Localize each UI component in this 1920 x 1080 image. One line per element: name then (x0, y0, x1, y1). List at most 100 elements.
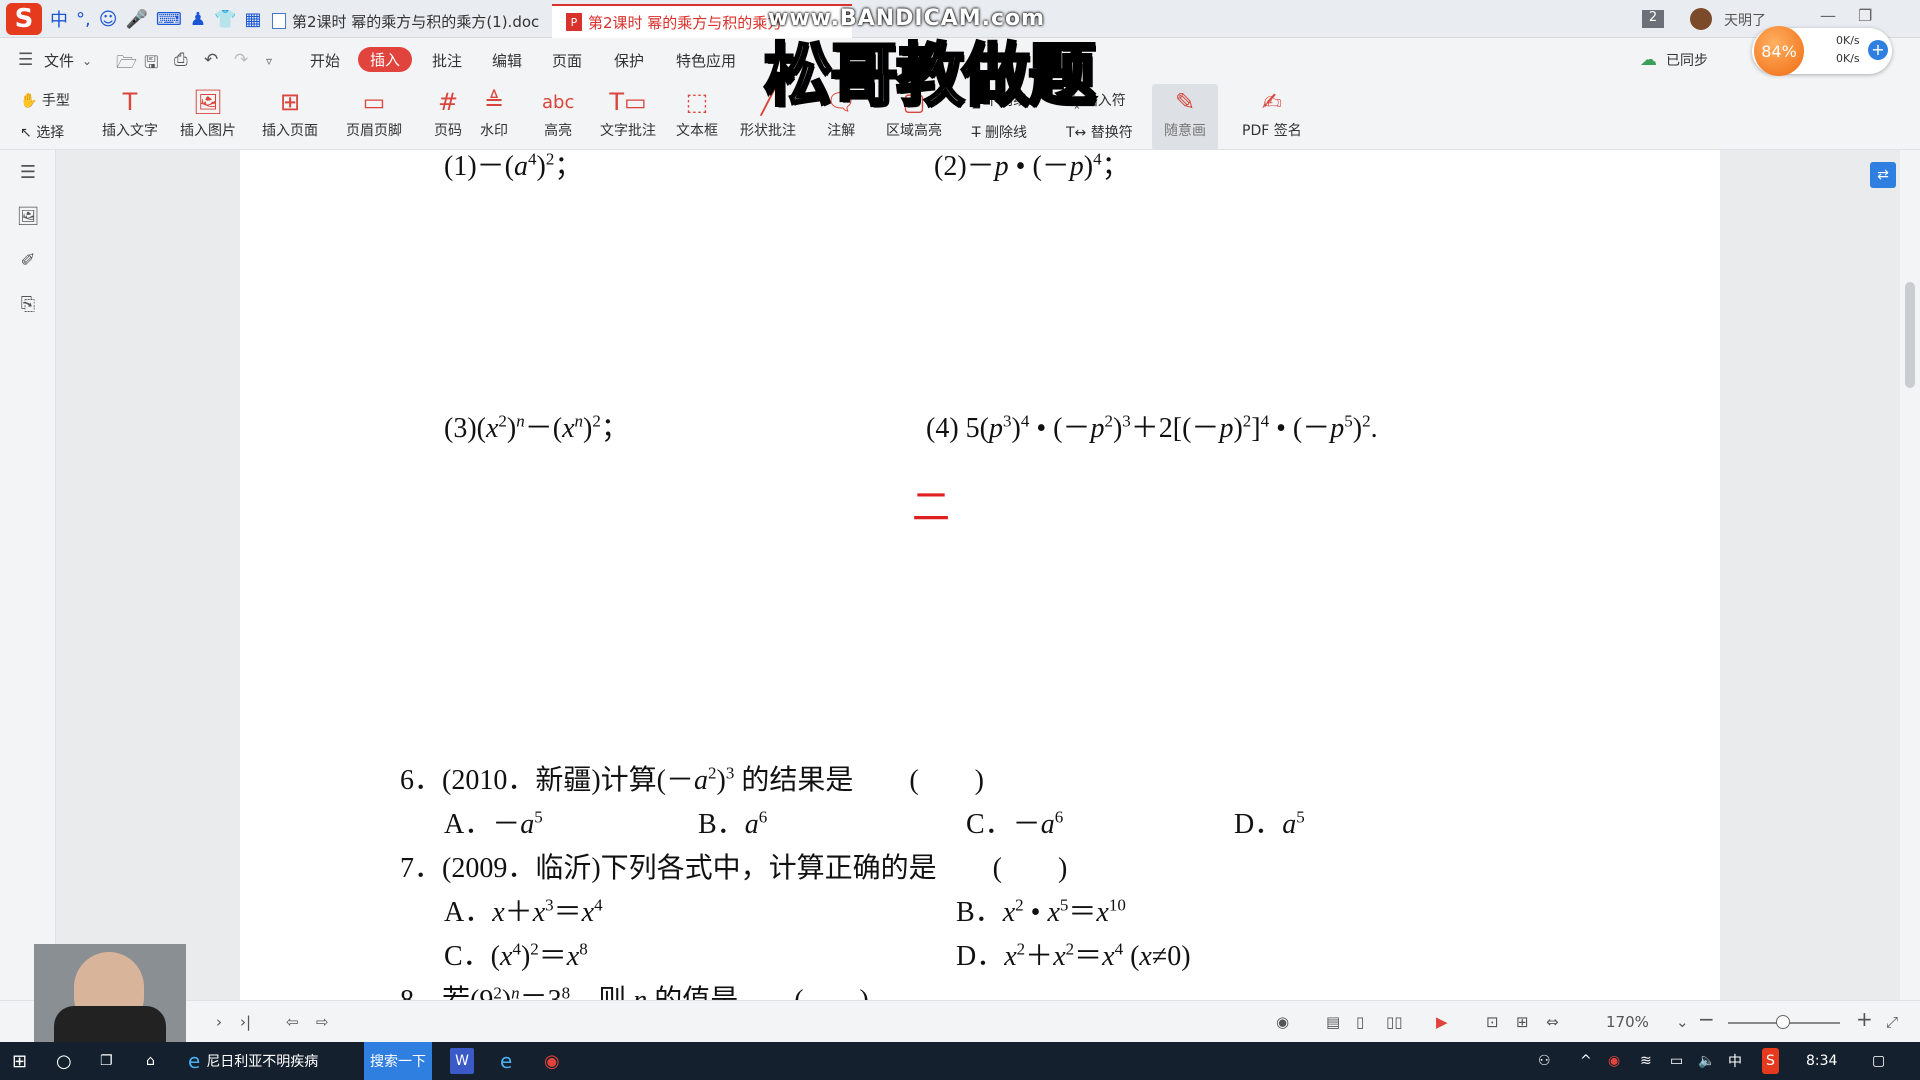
insert-page-button[interactable]: ⊞ 插入页面 (262, 84, 318, 150)
signature-icon: ✍ (1261, 88, 1282, 116)
back-icon[interactable]: ⇦ (286, 1013, 299, 1031)
strikethrough-button[interactable]: T̶ 删除线 (972, 122, 1027, 142)
sync-status[interactable]: 已同步 (1666, 50, 1708, 70)
forward-icon[interactable]: ⇨ (316, 1013, 329, 1031)
page-number-button[interactable]: # 页码 (434, 84, 462, 150)
file-menu[interactable]: 文件 (44, 50, 74, 71)
fit-width-icon[interactable]: ⇔ (1546, 1013, 1559, 1031)
insert-image-button[interactable]: 🖼 插入图片 (180, 84, 236, 150)
menu-annotate[interactable]: 批注 (432, 50, 462, 71)
highlight-button[interactable]: abc 高亮 (542, 84, 574, 150)
cursor-icon: ↖ (20, 125, 32, 141)
question-7-stem: 7．(2009．临沂)下列各式中，计算正确的是 ( ) (400, 853, 1068, 884)
actual-size-icon[interactable]: ⊡ (1486, 1013, 1499, 1031)
minimize-icon[interactable]: — (1820, 6, 1836, 25)
emoji-icon[interactable]: ☺ (99, 9, 118, 30)
avatar[interactable] (1690, 8, 1712, 30)
tab-doc[interactable]: 第2课时 幂的乘方与积的乘方(1).doc (258, 4, 553, 38)
skin-icon[interactable]: 👕 (214, 9, 236, 30)
wps-icon[interactable]: W (450, 1048, 474, 1074)
translate-icon[interactable]: ⇄ (1870, 162, 1896, 188)
plus-icon[interactable]: + (1868, 40, 1888, 60)
q7-option-b: B．x2 • x5＝x10 (956, 895, 1126, 928)
network-speed-widget[interactable]: 84% 0K/s 0K/s + (1752, 26, 1892, 76)
replace-button[interactable]: T↔ 替换符 (1066, 122, 1133, 142)
open-folder-icon[interactable]: 🗁 (116, 50, 137, 79)
zoom-in-icon[interactable]: + (1856, 1007, 1873, 1031)
windows-start-icon[interactable]: ⊞ (12, 1048, 27, 1074)
volume-icon[interactable]: 🔈 (1698, 1048, 1715, 1074)
chinese-mode-icon[interactable]: 中 (50, 6, 68, 32)
search-button[interactable]: 搜索一下 (364, 1042, 432, 1080)
eye-protection-icon[interactable]: ◉ (1276, 1013, 1289, 1031)
select-tool-button[interactable]: ↖ 选择 (20, 122, 64, 142)
scrollbar-thumb[interactable] (1905, 282, 1915, 388)
insert-text-button[interactable]: T 插入文字 (102, 84, 158, 150)
menu-start[interactable]: 开始 (310, 50, 340, 71)
restore-icon[interactable]: ❐ (1858, 6, 1872, 25)
taskbar-ie-app[interactable]: e 尼日利亚不明疾病 (188, 1048, 318, 1074)
zoom-out-icon[interactable]: − (1698, 1007, 1715, 1031)
edge-icon[interactable]: e (500, 1048, 512, 1074)
menu-insert[interactable]: 插入 (358, 47, 413, 72)
next-page-icon[interactable]: › (216, 1013, 222, 1031)
textbox-icon: ⬚ (685, 88, 709, 116)
microphone-icon[interactable]: 🎤 (126, 9, 148, 30)
page-number-icon: # (437, 88, 459, 116)
pdf-sign-button[interactable]: ✍ PDF 签名 (1242, 84, 1302, 150)
keyboard-icon[interactable]: ⌨ (156, 9, 182, 30)
textbox-button[interactable]: ⬚ 文本框 (676, 84, 718, 150)
notification-icon[interactable]: ▢ (1872, 1048, 1885, 1074)
hand-tool-button[interactable]: ✋ 手型 (20, 90, 70, 110)
text-annotation-button[interactable]: T▭ 文字批注 (600, 84, 656, 150)
user-icon[interactable]: ♟ (190, 9, 206, 30)
thumbnail-icon[interactable]: 🖼 (16, 206, 40, 230)
annotation-icon[interactable]: ✐ (16, 250, 40, 274)
single-page-icon[interactable]: ▯ (1356, 1013, 1364, 1031)
save-icon[interactable]: 🖫 (144, 50, 158, 79)
zoom-dropdown-icon[interactable]: ⌄ (1676, 1013, 1689, 1031)
pdf-page[interactable]: (1)－(a4)2； (2)－p • (－p)4； (3)(x2)n－(xn)2… (240, 150, 1720, 1016)
recording-tray-icon[interactable]: ◉ (1608, 1048, 1620, 1074)
continuous-view-icon[interactable]: ▤ (1326, 1013, 1340, 1031)
people-icon[interactable]: ⚇ (1538, 1048, 1551, 1074)
clock-time[interactable]: 8:34 (1806, 1048, 1837, 1074)
punctuation-icon[interactable]: °, (76, 9, 91, 30)
window-count-badge[interactable]: 2 (1642, 10, 1664, 28)
play-icon[interactable]: ▶ (1436, 1013, 1448, 1031)
tray-expand-icon[interactable]: ^ (1580, 1048, 1592, 1074)
ime-indicator[interactable]: 中 (1728, 1048, 1742, 1074)
menu-special[interactable]: 特色应用 (676, 50, 736, 71)
zoom-level[interactable]: 170% (1606, 1013, 1649, 1031)
ime-toolbar: S 中 °, ☺ 🎤 ⌨ ♟ 👕 ▦ (0, 2, 261, 36)
redo-icon[interactable]: ↷ (234, 50, 248, 70)
record-icon[interactable]: ◉ (544, 1048, 560, 1074)
menu-page[interactable]: 页面 (552, 50, 582, 71)
sogou-tray-icon[interactable]: S (1762, 1048, 1779, 1074)
freehand-button[interactable]: ✎ 随意画 (1152, 84, 1218, 150)
fit-page-icon[interactable]: ⊞ (1516, 1013, 1529, 1031)
user-name[interactable]: 天明了 (1724, 10, 1766, 30)
menu-protect[interactable]: 保护 (614, 50, 644, 71)
more-icon[interactable]: ▿ (266, 54, 272, 68)
vertical-scrollbar[interactable] (1900, 150, 1920, 1000)
cortana-icon[interactable]: ○ (56, 1048, 72, 1074)
fullscreen-icon[interactable]: ⤢ (1886, 1013, 1898, 1031)
hamburger-icon[interactable]: ☰ (18, 50, 33, 70)
outline-icon[interactable]: ☰ (16, 162, 40, 186)
taskbar-app-icon[interactable]: ⌂ (146, 1048, 155, 1074)
print-icon[interactable]: ⎙ (174, 50, 188, 70)
task-view-icon[interactable]: ❐ (100, 1048, 113, 1074)
double-page-icon[interactable]: ▯▯ (1386, 1013, 1403, 1031)
menu-edit[interactable]: 编辑 (492, 50, 522, 71)
last-page-icon[interactable]: ›| (240, 1013, 251, 1031)
wifi-icon[interactable]: ≋ (1640, 1048, 1652, 1074)
undo-icon[interactable]: ↶ (204, 50, 218, 70)
header-footer-button[interactable]: ▭ 页眉页脚 (346, 84, 402, 150)
battery-icon[interactable]: ▭ (1670, 1048, 1683, 1074)
sogou-logo-icon[interactable]: S (6, 3, 42, 35)
chevron-down-icon[interactable]: ⌄ (82, 54, 92, 68)
watermark-button[interactable]: ≜ 水印 (480, 84, 508, 150)
attachment-icon[interactable]: ⎘ (16, 294, 40, 318)
zoom-slider-handle[interactable] (1776, 1015, 1790, 1029)
